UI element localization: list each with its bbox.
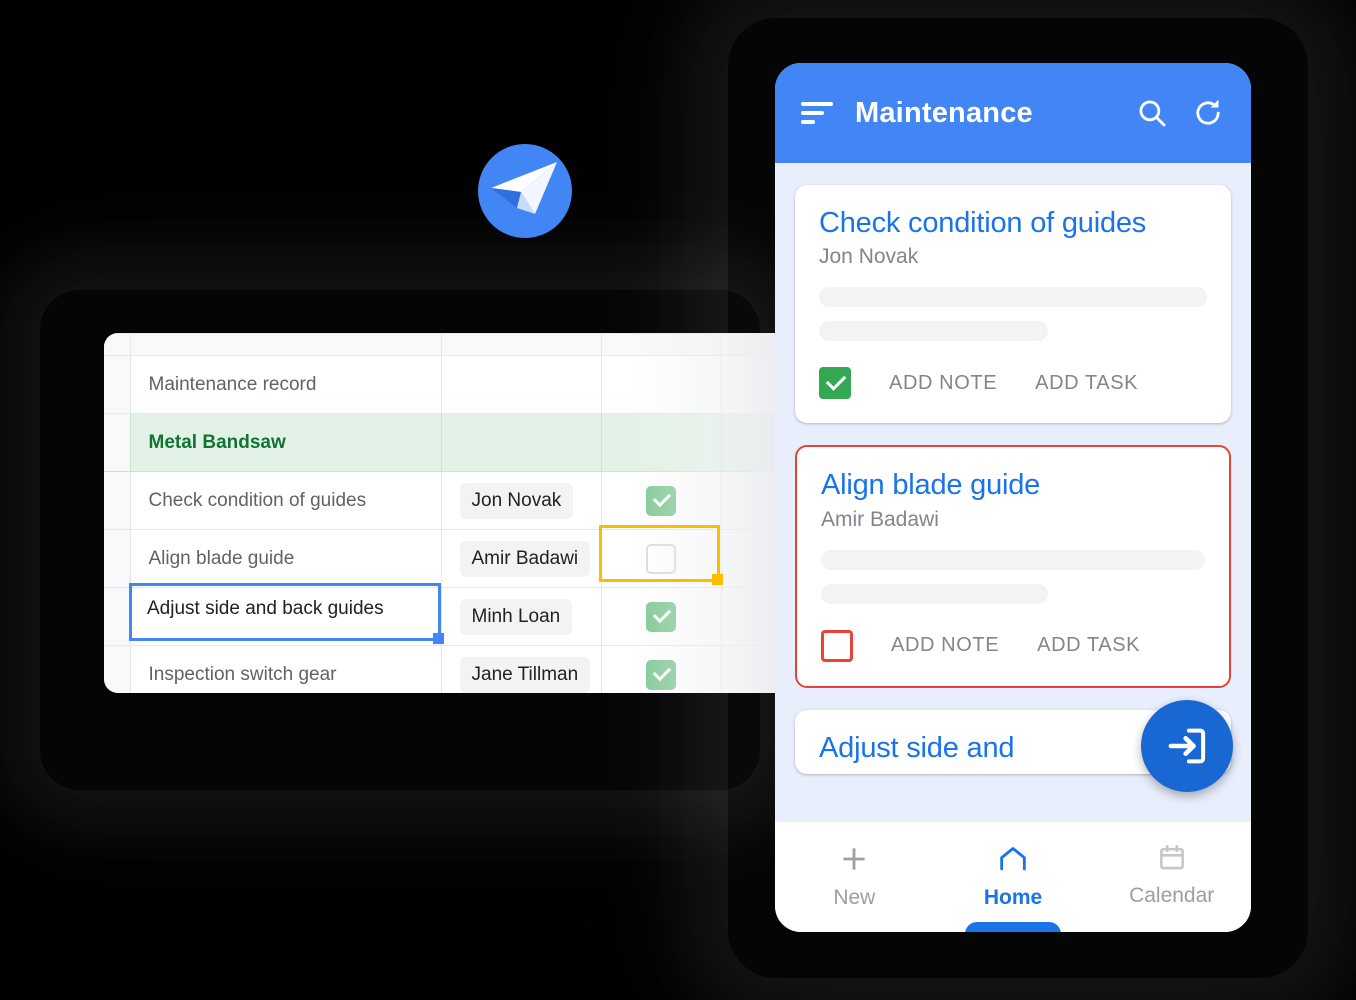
row-gutter[interactable] — [104, 413, 131, 472]
table-row: Inspection switch gear Jane Tillman — [104, 645, 784, 693]
placeholder-bar — [821, 583, 1048, 604]
screenshot-canvas: Maintenance record Metal Bandsaw Check c… — [0, 0, 1356, 1000]
search-icon[interactable] — [1135, 96, 1169, 130]
checkbox-checked[interactable] — [646, 659, 676, 690]
owner-cell[interactable]: Amir Badawi — [440, 529, 602, 588]
table-row-group: Metal Bandsaw — [104, 413, 784, 472]
task-cell[interactable]: Align blade guide — [129, 529, 442, 588]
done-cell[interactable] — [600, 471, 722, 530]
calendar-icon — [1159, 844, 1184, 870]
cell[interactable] — [440, 333, 602, 356]
card-actions: ADD NOTE ADD TASK — [821, 629, 1205, 662]
done-cell[interactable] — [600, 645, 722, 693]
nav-item-new[interactable]: New — [775, 842, 934, 910]
nav-label-new: New — [833, 886, 876, 909]
submit-fab[interactable] — [1141, 700, 1233, 792]
card-checkbox-checked[interactable] — [819, 367, 851, 400]
cell[interactable] — [600, 355, 722, 414]
app-bar: Maintenance — [775, 63, 1251, 163]
table-row: Maintenance record — [104, 355, 784, 414]
table-row: Check condition of guides Jon Novak — [104, 471, 784, 530]
table-row — [104, 333, 784, 356]
row-gutter[interactable] — [104, 529, 131, 588]
owner-chip: Minh Loan — [459, 598, 573, 635]
owner-cell[interactable]: Jon Novak — [440, 471, 602, 530]
nav-item-home[interactable]: Home — [934, 842, 1093, 910]
nav-item-calendar[interactable]: Calendar — [1092, 842, 1251, 908]
card-actions: ADD NOTE ADD TASK — [819, 367, 1207, 400]
home-icon — [1000, 847, 1026, 871]
card-owner: Amir Badawi — [821, 507, 939, 531]
task-card[interactable]: Check condition of guides Jon Novak ADD … — [795, 185, 1231, 424]
cell[interactable] — [440, 355, 602, 414]
row-gutter[interactable] — [104, 587, 131, 646]
add-note-button[interactable]: ADD NOTE — [889, 372, 997, 395]
card-checkbox-unchecked[interactable] — [821, 629, 853, 662]
task-card-flagged[interactable]: Align blade guide Amir Badawi ADD NOTE A… — [795, 445, 1231, 688]
sheet-title-cell[interactable]: Maintenance record — [129, 355, 442, 414]
placeholder-bar — [819, 321, 1048, 342]
owner-chip: Jane Tillman — [459, 656, 591, 693]
phone-mockup: Maintenance Check condition of guides Jo… — [775, 63, 1251, 932]
plus-icon — [843, 848, 865, 870]
task-cell[interactable]: Check condition of guides — [129, 471, 442, 530]
cell[interactable] — [600, 333, 722, 356]
task-cell[interactable]: Inspection switch gear — [129, 645, 442, 693]
bottom-navigation: New Home Calendar — [775, 822, 1251, 932]
cell[interactable] — [440, 413, 602, 472]
table-row: Align blade guide Amir Badawi — [104, 529, 784, 588]
checkbox-checked[interactable] — [646, 601, 676, 632]
page-title: Maintenance — [855, 96, 1033, 129]
card-owner: Jon Novak — [819, 245, 919, 269]
cell[interactable] — [600, 413, 722, 472]
placeholder-bar — [821, 549, 1205, 570]
done-cell[interactable] — [600, 529, 722, 588]
active-cell-label: Adjust side and back guides — [147, 598, 384, 619]
refresh-icon[interactable] — [1191, 96, 1225, 130]
spreadsheet-surface[interactable]: Maintenance record Metal Bandsaw Check c… — [104, 333, 784, 693]
done-cell[interactable] — [600, 587, 722, 646]
add-task-button[interactable]: ADD TASK — [1035, 372, 1138, 395]
checkbox-checked[interactable] — [646, 485, 676, 516]
nav-label-calendar: Calendar — [1129, 884, 1215, 907]
card-title[interactable]: Align blade guide — [821, 469, 1205, 501]
paper-plane-icon — [491, 162, 557, 214]
row-gutter[interactable] — [104, 355, 131, 414]
login-arrow-icon — [1168, 728, 1206, 764]
owner-cell[interactable]: Jane Tillman — [440, 645, 602, 693]
card-title[interactable]: Check condition of guides — [819, 207, 1207, 239]
sheet-grid[interactable]: Maintenance record Metal Bandsaw Check c… — [104, 333, 784, 693]
group-label-cell[interactable]: Metal Bandsaw — [129, 413, 442, 472]
sort-icon[interactable] — [801, 102, 833, 124]
row-gutter[interactable] — [104, 333, 131, 356]
cell[interactable] — [129, 333, 442, 356]
row-gutter[interactable] — [104, 645, 131, 693]
add-task-button[interactable]: ADD TASK — [1037, 634, 1140, 657]
home-indicator[interactable] — [965, 922, 1061, 932]
row-gutter[interactable] — [104, 471, 131, 530]
owner-cell[interactable]: Minh Loan — [440, 587, 602, 646]
add-note-button[interactable]: ADD NOTE — [891, 634, 999, 657]
placeholder-bar — [819, 287, 1207, 308]
owner-chip: Amir Badawi — [459, 540, 591, 577]
nav-label-home: Home — [983, 886, 1043, 909]
task-card-list[interactable]: Check condition of guides Jon Novak ADD … — [775, 163, 1251, 822]
paper-plane-logo — [478, 144, 572, 238]
owner-chip: Jon Novak — [459, 482, 574, 519]
checkbox-unchecked[interactable] — [646, 543, 676, 574]
